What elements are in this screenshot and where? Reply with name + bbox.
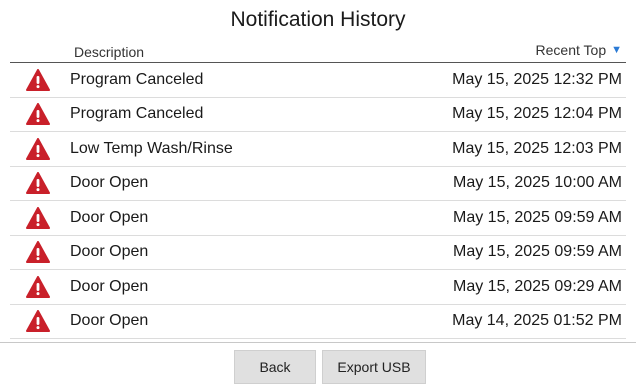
footer-divider xyxy=(0,342,636,343)
notification-timestamp: May 15, 2025 10:00 AM xyxy=(453,174,622,192)
notification-timestamp: May 15, 2025 12:32 PM xyxy=(452,70,622,88)
sort-arrow-icon: ▼ xyxy=(611,44,622,56)
notification-timestamp: May 14, 2025 01:52 PM xyxy=(452,312,622,330)
notification-description: Door Open xyxy=(70,277,149,295)
sort-label: Recent Top xyxy=(535,42,607,58)
notification-timestamp: May 15, 2025 12:03 PM xyxy=(452,139,622,157)
notification-description: Door Open xyxy=(70,174,149,192)
warning-icon xyxy=(6,68,70,91)
notification-description: Door Open xyxy=(70,243,149,261)
notification-timestamp: May 15, 2025 09:59 AM xyxy=(453,208,622,226)
sort-toggle[interactable]: Recent Top ▼ xyxy=(536,42,622,58)
export-usb-button[interactable]: Export USB xyxy=(322,350,426,384)
notification-description: Door Open xyxy=(70,312,149,330)
list-item[interactable]: Program Canceled May 15, 2025 12:04 PM xyxy=(10,98,626,132)
list-item[interactable]: Door Open May 15, 2025 09:59 AM xyxy=(10,201,626,236)
list-item[interactable]: Low Temp Wash/Rinse May 15, 2025 12:03 P… xyxy=(10,132,626,167)
notification-description: Low Temp Wash/Rinse xyxy=(70,139,233,157)
page-title: Notification History xyxy=(230,8,406,31)
list-item[interactable]: Door Open May 14, 2025 01:52 PM xyxy=(10,305,626,339)
notification-description: Door Open xyxy=(70,208,149,226)
notification-description: Program Canceled xyxy=(70,70,204,88)
list-item[interactable]: Program Canceled May 15, 2025 12:32 PM xyxy=(10,63,626,98)
notification-list: Program Canceled May 15, 2025 12:32 PM P… xyxy=(10,63,626,339)
warning-icon xyxy=(6,206,70,229)
back-button[interactable]: Back xyxy=(234,350,316,384)
notification-description: Program Canceled xyxy=(70,105,204,123)
warning-icon xyxy=(6,103,70,126)
column-header-description: Description xyxy=(74,44,145,60)
warning-icon xyxy=(6,310,70,333)
notification-timestamp: May 15, 2025 09:59 AM xyxy=(453,243,622,261)
notification-timestamp: May 15, 2025 09:29 AM xyxy=(453,277,622,295)
warning-icon xyxy=(6,275,70,298)
warning-icon xyxy=(6,137,70,160)
warning-icon xyxy=(6,241,70,264)
warning-icon xyxy=(6,172,70,195)
list-item[interactable]: Door Open May 15, 2025 09:29 AM xyxy=(10,270,626,305)
list-item[interactable]: Door Open May 15, 2025 09:59 AM xyxy=(10,236,626,270)
notification-timestamp: May 15, 2025 12:04 PM xyxy=(452,105,622,123)
list-item[interactable]: Door Open May 15, 2025 10:00 AM xyxy=(10,167,626,201)
